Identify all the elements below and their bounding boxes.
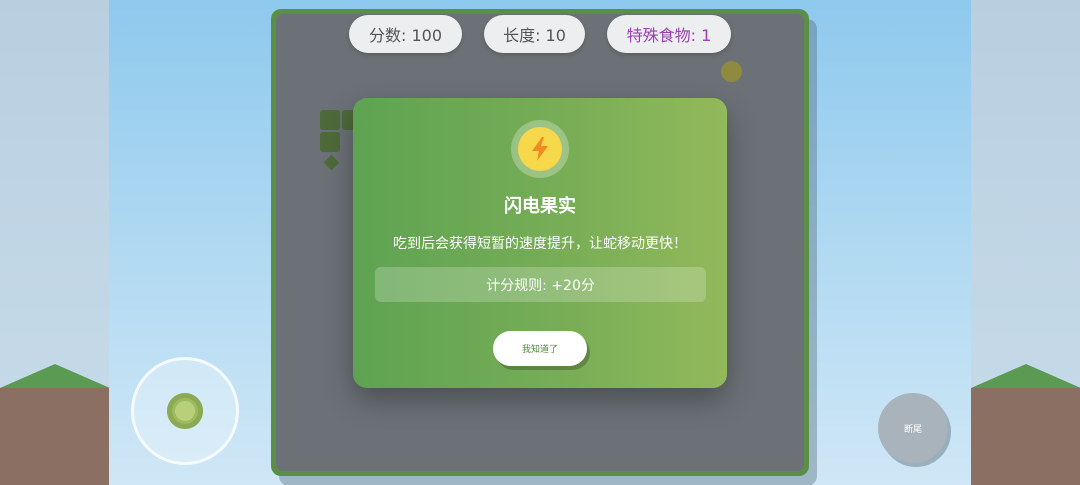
ground-decoration: [0, 388, 109, 485]
score-text: 分数: 100: [368, 26, 443, 45]
special-food-display: 特殊食物: 1: [607, 15, 731, 53]
lightning-bolt-icon: [518, 127, 562, 171]
special-food-text: 特殊食物: 1: [626, 26, 712, 45]
length-text: 长度: 10: [503, 26, 566, 45]
cut-tail-button[interactable]: 断尾: [878, 393, 948, 463]
scoring-rule: 计分规则: +20分: [375, 267, 706, 302]
ground-decoration: [971, 388, 1080, 485]
scoring-rule-text: 计分规则: +20分: [486, 277, 595, 294]
right-background-panel: [971, 0, 1080, 485]
cut-tail-label: 断尾: [903, 424, 922, 435]
dialog-title: 闪电果实: [504, 196, 576, 217]
hill-decoration: [0, 364, 110, 388]
food-info-dialog: 闪电果实 吃到后会获得短暂的速度提升，让蛇移动更快！ 计分规则: +20分 我知…: [353, 98, 727, 388]
joystick-knob[interactable]: [167, 393, 203, 429]
game-scene: 分数: 100 长度: 10 特殊食物: 1 断尾 闪电果实 吃到后会获得短暂的…: [0, 0, 1080, 485]
length-display: 长度: 10: [484, 15, 585, 53]
virtual-joystick[interactable]: [131, 357, 239, 465]
icon-halo: [511, 120, 569, 178]
score-display: 分数: 100: [349, 15, 462, 53]
dialog-description: 吃到后会获得短暂的速度提升，让蛇移动更快！: [393, 236, 687, 252]
snake-segment: [320, 110, 340, 130]
left-background-panel: [0, 0, 110, 485]
special-food-item: [721, 61, 742, 82]
snake-segment: [320, 132, 340, 152]
confirm-button[interactable]: 我知道了: [493, 331, 587, 366]
hill-decoration: [971, 364, 1080, 388]
